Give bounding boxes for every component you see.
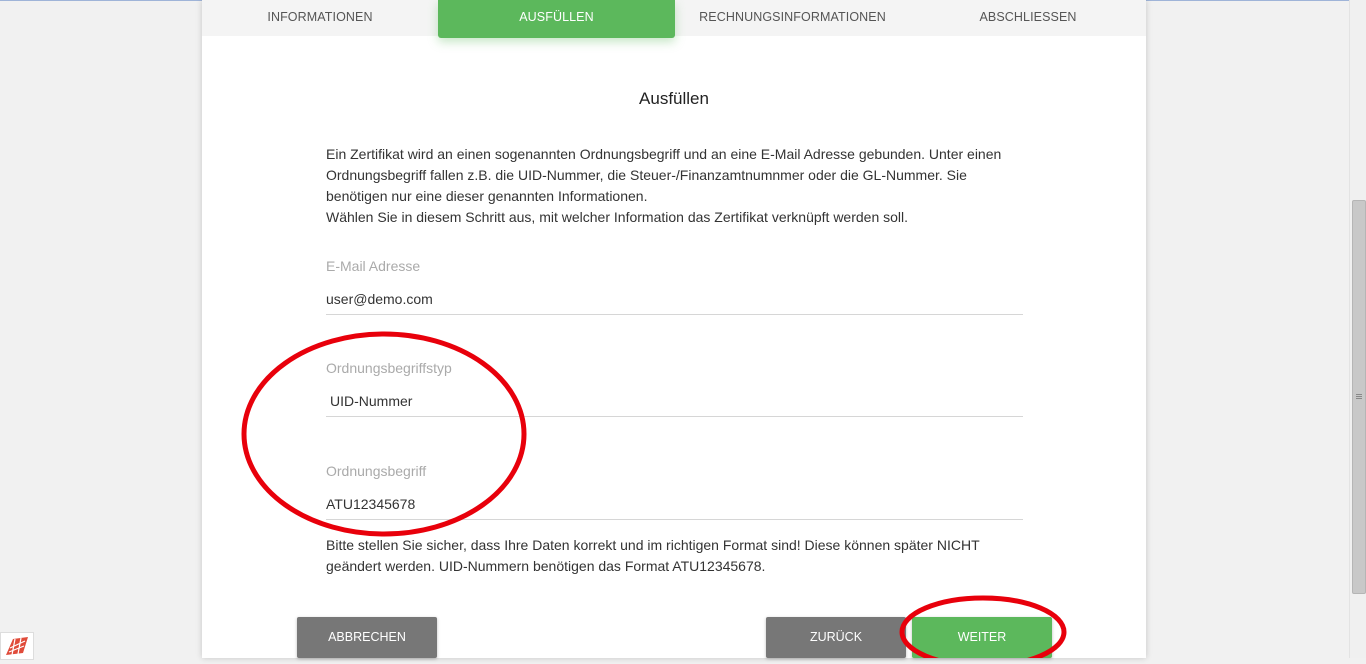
tab-rechnungsinformationen[interactable]: RECHNUNGSINFORMATIONEN [675, 0, 910, 36]
type-label: Ordnungsbegriffstyp [326, 360, 452, 376]
scrollbar-grip-icon [1356, 394, 1362, 395]
email-label: E-Mail Adresse [326, 258, 421, 274]
tab-informationen[interactable]: INFORMATIONEN [202, 0, 438, 36]
cancel-button[interactable]: ABBRECHEN [297, 617, 437, 658]
app-logo-icon[interactable] [0, 632, 34, 660]
intro-paragraph: Ein Zertifikat wird an einen sogenannten… [326, 146, 1002, 204]
type-underline [326, 416, 1023, 417]
type-field-group: Ordnungsbegriffstyp UID-Nummer [326, 360, 1023, 418]
page-title: Ausfüllen [639, 89, 709, 108]
back-button[interactable]: ZURÜCK [766, 617, 906, 658]
email-field[interactable] [326, 291, 1023, 307]
wizard-step-tabs: INFORMATIONEN AUSFÜLLEN RECHNUNGSINFORMA… [202, 0, 1146, 38]
scrollbar-thumb[interactable] [1352, 200, 1366, 594]
email-underline [326, 314, 1023, 315]
next-button[interactable]: WEITER [912, 617, 1052, 658]
app-logo-icon-graphic [6, 637, 28, 656]
term-field[interactable] [326, 496, 1023, 512]
term-label: Ordnungsbegriff [326, 463, 427, 479]
wizard-card: INFORMATIONEN AUSFÜLLEN RECHNUNGSINFORMA… [202, 0, 1146, 658]
type-select[interactable]: UID-Nummer [330, 393, 1027, 409]
email-field-group: E-Mail Adresse [326, 258, 1023, 316]
format-warning: Bitte stellen Sie sicher, dass Ihre Date… [326, 537, 980, 574]
tab-ausfuellen[interactable]: AUSFÜLLEN [438, 0, 675, 38]
term-field-group: Ordnungsbegriff [326, 463, 1023, 521]
term-underline [326, 519, 1023, 520]
intro-paragraph: Wählen Sie in diesem Schritt aus, mit we… [326, 209, 909, 225]
tab-abschliessen[interactable]: ABSCHLIESSEN [910, 0, 1146, 36]
page-scrollbar[interactable] [1349, 0, 1366, 658]
intro-text: Ein Zertifikat wird an einen sogenannten… [326, 144, 1026, 228]
